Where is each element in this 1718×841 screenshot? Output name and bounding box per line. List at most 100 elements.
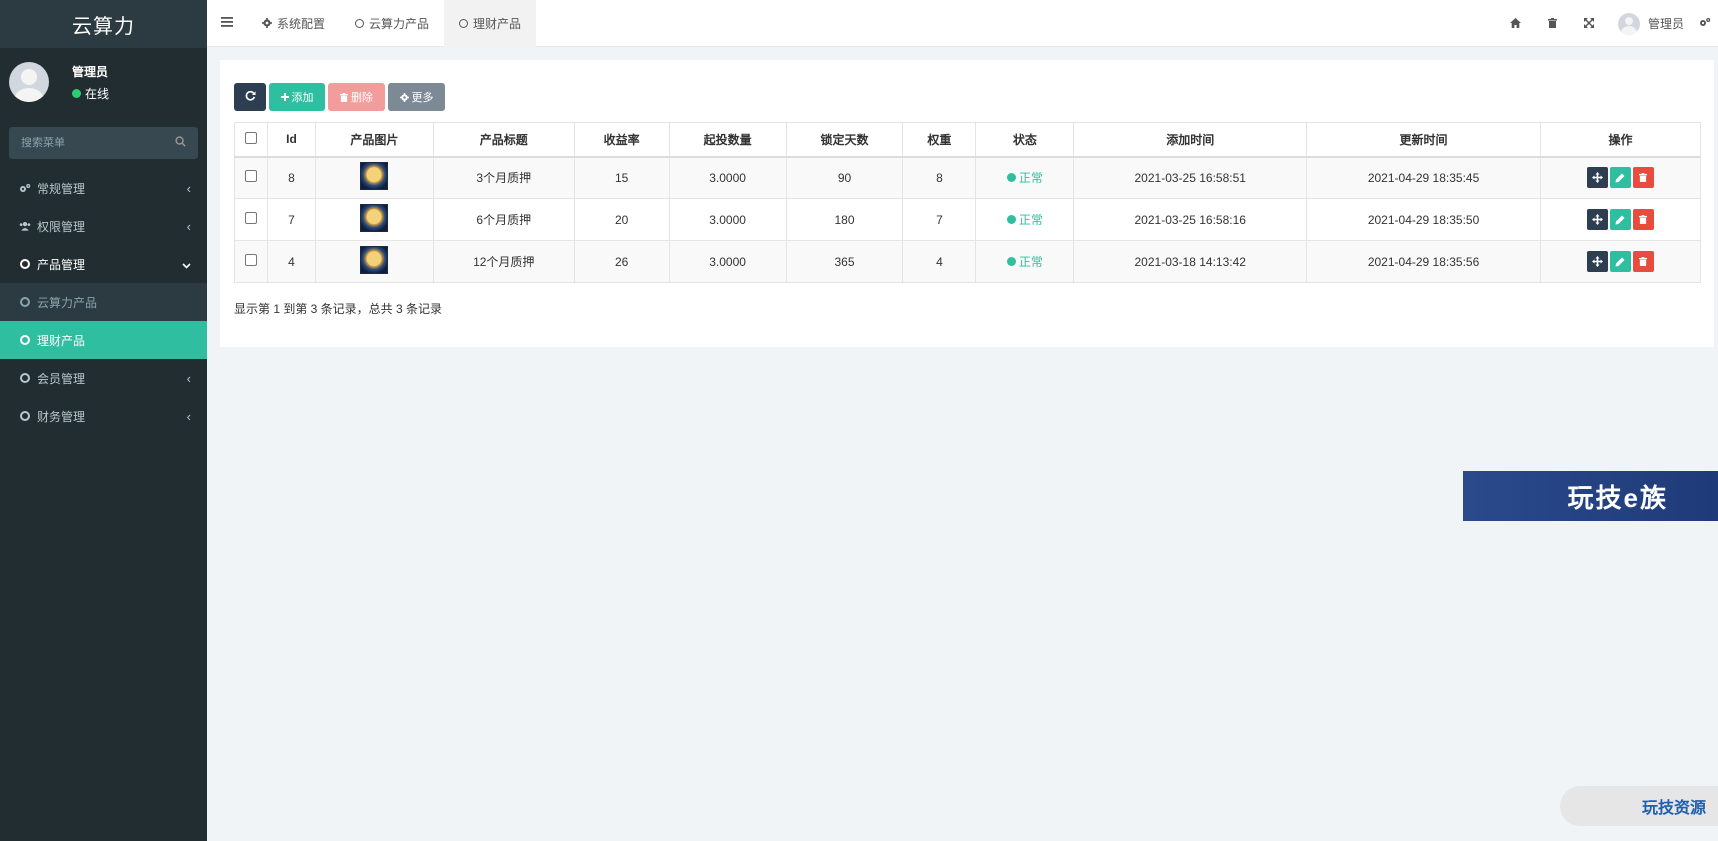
refresh-icon xyxy=(245,90,256,104)
pencil-icon xyxy=(1615,257,1625,266)
users-icon xyxy=(19,221,31,231)
sidebar-item-member[interactable]: 会员管理 ‹ xyxy=(0,359,207,397)
trash-icon xyxy=(340,92,348,102)
sidebar-item-product[interactable]: 产品管理 xyxy=(0,245,207,283)
user-status-text: 在线 xyxy=(85,86,110,101)
sidebar-item-cloud-power[interactable]: 云算力产品 xyxy=(0,283,207,321)
status-text: 正常 xyxy=(1018,171,1043,186)
cell-created: 2021-03-25 16:58:16 xyxy=(1073,198,1308,241)
cell-min-amount: 3.0000 xyxy=(668,198,787,241)
circle-icon xyxy=(19,373,31,383)
chevron-left-icon: ‹ xyxy=(186,370,191,386)
navbar-right: 管理员 xyxy=(1497,0,1718,47)
tab-finance-product[interactable]: 理财产品 xyxy=(444,0,537,47)
col-rate[interactable]: 收益率 xyxy=(573,122,670,158)
delete-button-label: 删除 xyxy=(351,92,373,104)
product-image[interactable] xyxy=(360,162,389,191)
move-icon xyxy=(1591,214,1603,225)
col-updated[interactable]: 更新时间 xyxy=(1306,122,1541,158)
delete-button[interactable]: 删除 xyxy=(328,83,385,111)
refresh-button[interactable] xyxy=(234,83,266,111)
cell-updated: 2021-04-29 18:35:45 xyxy=(1306,156,1541,199)
cell-created: 2021-03-18 14:13:42 xyxy=(1073,240,1308,283)
col-lock-days[interactable]: 锁定天数 xyxy=(785,122,904,158)
sidebar-item-permission[interactable]: 权限管理 ‹ xyxy=(0,207,207,245)
cell-rate: 15 xyxy=(573,156,670,199)
more-button[interactable]: 更多 xyxy=(388,83,445,111)
edit-button[interactable] xyxy=(1609,209,1631,230)
tab-cloud-power[interactable]: 云算力产品 xyxy=(340,0,444,47)
cell-lock-days: 90 xyxy=(785,156,904,199)
cell-lock-days: 180 xyxy=(785,198,904,241)
col-id[interactable]: Id xyxy=(266,122,316,158)
delete-row-button[interactable] xyxy=(1632,251,1654,272)
col-image[interactable]: 产品图片 xyxy=(314,122,434,158)
product-image[interactable] xyxy=(360,246,389,274)
tab-label: 系统配置 xyxy=(277,16,326,31)
delete-row-button[interactable] xyxy=(1632,209,1654,230)
col-created[interactable]: 添加时间 xyxy=(1073,122,1308,158)
add-button[interactable]: 添加 xyxy=(269,83,325,111)
status-badge[interactable]: 正常 xyxy=(1006,169,1043,186)
trash-icon xyxy=(1547,17,1557,31)
chevron-down-icon xyxy=(182,257,191,272)
settings-button[interactable] xyxy=(1692,0,1718,47)
navbar-user-name: 管理员 xyxy=(1647,17,1684,31)
tab-label: 云算力产品 xyxy=(369,16,430,31)
row-checkbox[interactable] xyxy=(244,212,257,224)
product-image[interactable] xyxy=(360,204,389,232)
row-checkbox[interactable] xyxy=(244,170,257,183)
cell-id: 7 xyxy=(266,198,316,241)
pencil-icon xyxy=(1615,215,1625,224)
table-row: 7 6个月质押 20 3.0000 180 7 正常 2021-03-25 16… xyxy=(234,198,1702,241)
clear-cache-button[interactable] xyxy=(1534,0,1571,47)
drag-sort-button[interactable] xyxy=(1586,209,1608,230)
top-navbar: 系统配置 云算力产品 理财产品 管理员 xyxy=(207,0,1718,47)
pencil-icon xyxy=(1615,173,1625,183)
select-all-checkbox[interactable] xyxy=(244,131,257,144)
col-status[interactable]: 状态 xyxy=(975,122,1075,158)
search-icon[interactable] xyxy=(175,136,186,150)
cell-updated: 2021-04-29 18:35:50 xyxy=(1306,198,1541,241)
gear-icon xyxy=(399,92,409,102)
cell-title: 6个月质押 xyxy=(432,198,575,241)
circle-icon xyxy=(19,297,31,307)
cell-status: 正常 xyxy=(975,240,1075,283)
status-text: 正常 xyxy=(1018,213,1043,227)
expand-icon xyxy=(1584,17,1595,31)
sidebar-item-label: 常规管理 xyxy=(37,181,86,196)
status-badge[interactable]: 正常 xyxy=(1006,253,1043,270)
cell-image xyxy=(314,198,434,241)
menu-search-input[interactable] xyxy=(21,137,171,149)
user-menu[interactable]: 管理员 xyxy=(1608,12,1692,35)
edit-button[interactable] xyxy=(1609,167,1631,189)
trash-icon xyxy=(1639,215,1648,224)
cell-ops xyxy=(1539,198,1702,241)
sidebar-item-label: 权限管理 xyxy=(37,219,86,234)
sidebar: 云算力 管理员 在线 常规管理 ‹ 权限管理 ‹ xyxy=(0,0,207,841)
move-icon xyxy=(1591,256,1603,267)
gear-icon xyxy=(262,18,272,28)
tab-system-config[interactable]: 系统配置 xyxy=(247,0,340,47)
cell-lock-days: 365 xyxy=(785,240,904,283)
drag-sort-button[interactable] xyxy=(1586,251,1608,272)
col-min-amount[interactable]: 起投数量 xyxy=(668,122,787,158)
col-title[interactable]: 产品标题 xyxy=(432,122,575,158)
row-checkbox[interactable] xyxy=(244,254,257,266)
drag-sort-button[interactable] xyxy=(1586,167,1608,189)
move-icon xyxy=(1591,172,1603,184)
status-badge[interactable]: 正常 xyxy=(1006,211,1043,228)
sidebar-item-finance[interactable]: 财务管理 ‹ xyxy=(0,397,207,435)
brand-logo[interactable]: 云算力 xyxy=(0,0,207,48)
row-select-cell xyxy=(234,156,268,199)
fullscreen-button[interactable] xyxy=(1571,0,1608,47)
delete-row-button[interactable] xyxy=(1632,167,1654,189)
edit-button[interactable] xyxy=(1609,251,1631,272)
sidebar-item-finance-product[interactable]: 理财产品 xyxy=(0,321,207,359)
avatar xyxy=(9,62,49,102)
sidebar-item-general[interactable]: 常规管理 ‹ xyxy=(0,169,207,207)
cell-min-amount: 3.0000 xyxy=(668,240,787,283)
home-button[interactable] xyxy=(1497,0,1534,47)
col-weight[interactable]: 权重 xyxy=(902,122,977,158)
menu-toggle-button[interactable] xyxy=(207,0,247,47)
